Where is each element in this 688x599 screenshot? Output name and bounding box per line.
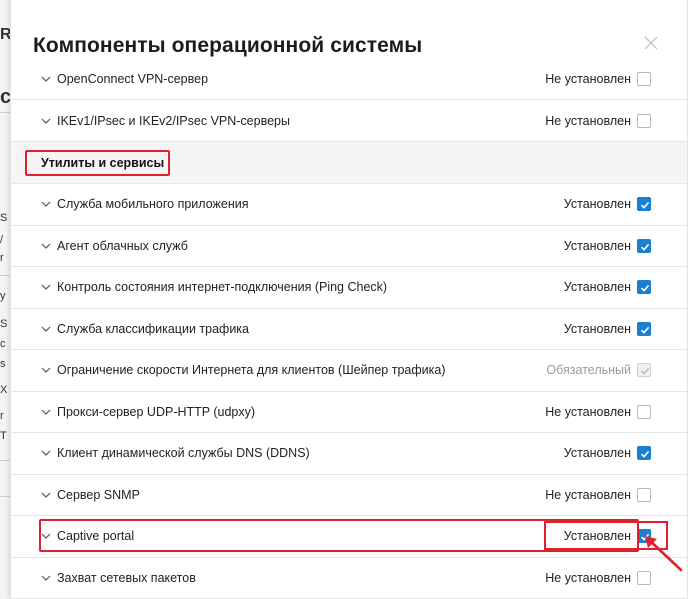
chevron-down-icon[interactable] [41, 283, 51, 291]
os-components-modal: Компоненты операционной системы OpenConn… [10, 0, 688, 599]
component-status: Установлен [563, 446, 631, 461]
component-status: Не установлен [545, 570, 631, 585]
list-item[interactable]: Сервер SNMP Не установлен [11, 475, 687, 516]
component-label: Сервер SNMP [57, 487, 140, 502]
checkmark-icon [640, 368, 650, 375]
component-checkbox[interactable] [637, 321, 651, 336]
bg-fragment: T [0, 430, 7, 442]
component-checkbox[interactable] [637, 238, 651, 253]
checkmark-icon [640, 534, 650, 542]
component-label: Захват сетевых пакетов [57, 570, 196, 585]
list-item[interactable]: IKEv1/IPsec и IKEv2/IPsec VPN-серверы Не… [11, 100, 687, 142]
bg-fragment: s [0, 358, 6, 370]
component-status: Не установлен [545, 404, 631, 419]
component-checkbox[interactable] [637, 570, 651, 585]
list-item[interactable]: Агент облачных служб Установлен [11, 226, 687, 267]
bg-fragment: X [0, 384, 8, 396]
chevron-down-icon[interactable] [41, 75, 51, 83]
list-item[interactable]: Служба мобильного приложения Установлен [11, 184, 687, 226]
component-checkbox[interactable] [637, 446, 651, 461]
component-status: Установлен [563, 529, 631, 544]
list-item[interactable]: Захват сетевых пакетов Не установлен [11, 558, 687, 599]
bg-fragment: y [0, 290, 6, 302]
close-button[interactable] [641, 33, 661, 53]
section-header: Утилиты и сервисы [11, 142, 687, 184]
component-checkbox[interactable] [637, 71, 651, 86]
checkmark-icon [640, 451, 650, 459]
component-checkbox [637, 363, 651, 378]
component-checkbox[interactable] [637, 529, 651, 544]
bg-fragment: / [0, 234, 4, 246]
component-checkbox[interactable] [637, 404, 651, 419]
checkmark-icon [640, 243, 650, 251]
component-status: Установлен [563, 197, 631, 212]
component-label: Служба классификации трафика [57, 321, 249, 336]
component-label: IKEv1/IPsec и IKEv2/IPsec VPN-серверы [57, 113, 290, 128]
close-icon [644, 36, 658, 50]
chevron-down-icon[interactable] [41, 491, 51, 499]
component-label: OpenConnect VPN-сервер [57, 71, 209, 86]
components-list: OpenConnect VPN-сервер Не установлен IKE… [11, 58, 687, 599]
component-status: Установлен [563, 321, 631, 336]
bg-fragment: R [0, 26, 10, 43]
chevron-down-icon[interactable] [41, 242, 51, 250]
chevron-down-icon[interactable] [41, 366, 51, 374]
component-label: Прокси-сервер UDP-HTTP (udpxy) [57, 404, 256, 419]
modal-title: Компоненты операционной системы [33, 34, 423, 57]
section-title: Утилиты и сервисы [25, 150, 170, 176]
component-status: Обязательный [546, 363, 631, 378]
chevron-down-icon[interactable] [41, 532, 51, 540]
component-checkbox[interactable] [637, 113, 651, 128]
component-status: Не установлен [545, 113, 631, 128]
component-label: Агент облачных служб [57, 238, 188, 253]
bg-fragment: S [0, 318, 8, 330]
chevron-down-icon[interactable] [41, 574, 51, 582]
list-item[interactable]: Ограничение скорости Интернета для клиен… [11, 350, 687, 392]
component-label: Контроль состояния интернет-подключения … [57, 280, 388, 295]
chevron-down-icon[interactable] [41, 408, 51, 416]
checkmark-icon [640, 285, 650, 293]
component-status: Установлен [563, 238, 631, 253]
component-label: Клиент динамической службы DNS (DDNS) [57, 446, 310, 461]
list-item[interactable]: Клиент динамической службы DNS (DDNS) Ус… [11, 433, 687, 475]
list-item[interactable]: Служба классификации трафика Установлен [11, 309, 687, 350]
bg-fragment: S [0, 212, 8, 224]
bg-fragment: r [0, 252, 4, 264]
component-checkbox[interactable] [637, 197, 651, 212]
bg-fragment: c [0, 338, 6, 350]
component-label: Ограничение скорости Интернета для клиен… [57, 363, 446, 378]
bg-fragment: c [0, 86, 10, 108]
list-item[interactable]: Прокси-сервер UDP-HTTP (udpxy) Не устано… [11, 392, 687, 433]
component-label: Captive portal [57, 529, 135, 544]
component-status: Установлен [563, 280, 631, 295]
chevron-down-icon[interactable] [41, 449, 51, 457]
checkmark-icon [640, 326, 650, 334]
list-item[interactable]: Контроль состояния интернет-подключения … [11, 267, 687, 309]
background-page: R c S / r y S c s X r T [0, 0, 10, 599]
component-status: Не установлен [545, 71, 631, 86]
component-checkbox[interactable] [637, 487, 651, 502]
checkmark-icon [640, 202, 650, 210]
list-item[interactable]: OpenConnect VPN-сервер Не установлен [11, 58, 687, 100]
bg-fragment: r [0, 410, 4, 422]
list-item-captive-portal[interactable]: Captive portal Установлен [11, 516, 687, 558]
component-label: Служба мобильного приложения [57, 197, 249, 212]
component-checkbox[interactable] [637, 280, 651, 295]
chevron-down-icon[interactable] [41, 325, 51, 333]
chevron-down-icon[interactable] [41, 200, 51, 208]
chevron-down-icon[interactable] [41, 117, 51, 125]
component-status: Не установлен [545, 487, 631, 502]
